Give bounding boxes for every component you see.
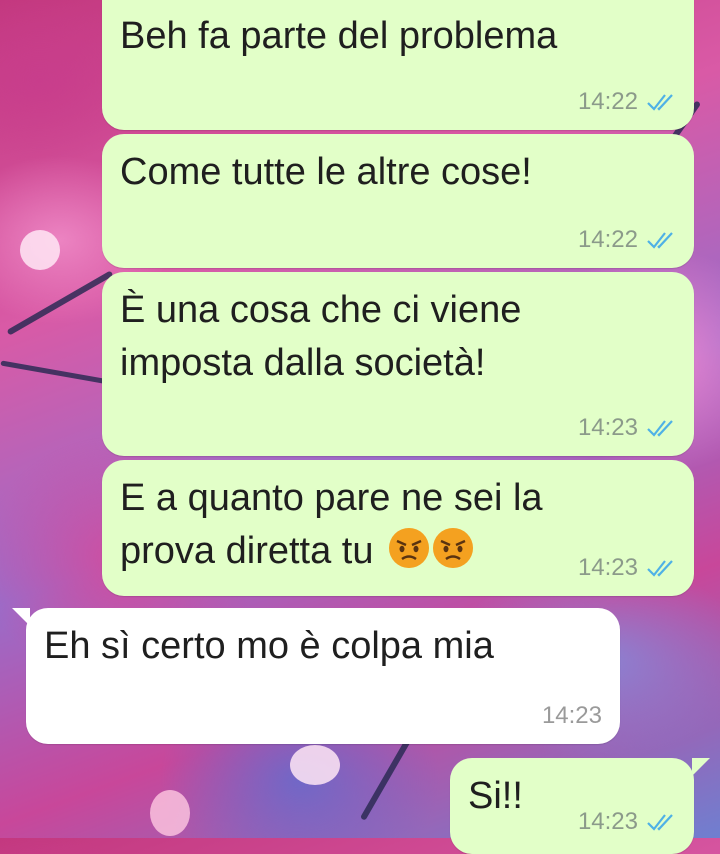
message-bubble-outgoing[interactable]: È una cosa che ci viene imposta dalla so… bbox=[102, 272, 694, 456]
message-meta: 14:23 bbox=[578, 414, 676, 442]
message-bubble-outgoing[interactable]: E a quanto pare ne sei la prova diretta … bbox=[102, 460, 694, 596]
double-check-icon bbox=[647, 420, 673, 437]
message-time: 14:23 bbox=[577, 808, 638, 835]
message-bubble-outgoing[interactable]: Come tutte le altre cose! 14:22 bbox=[102, 134, 694, 268]
message-bubble-outgoing[interactable]: Beh fa parte del problema 14:22 bbox=[102, 0, 694, 130]
background-petal bbox=[290, 745, 340, 785]
message-text-line-2: prova diretta tu bbox=[120, 530, 374, 572]
message-time: 14:23 bbox=[541, 702, 602, 729]
double-check-icon bbox=[647, 94, 673, 111]
background-petal bbox=[20, 230, 60, 270]
pouting-face-icon bbox=[433, 528, 474, 568]
message-time: 14:23 bbox=[577, 414, 638, 441]
double-check-icon bbox=[647, 814, 673, 831]
message-bubble-outgoing[interactable]: Si!! 14:23 bbox=[450, 758, 694, 854]
message-text: Beh fa parte del problema bbox=[120, 15, 558, 57]
message-text: Eh sì certo mo è colpa mia bbox=[44, 625, 494, 667]
double-check-icon bbox=[647, 232, 673, 249]
message-time: 14:22 bbox=[577, 226, 638, 253]
message-meta: 14:22 bbox=[578, 88, 676, 116]
message-bubble-incoming[interactable]: Eh sì certo mo è colpa mia 14:23 bbox=[26, 608, 620, 744]
message-time: 14:23 bbox=[577, 554, 638, 581]
message-meta: 14:23 bbox=[578, 808, 676, 836]
message-meta: 14:23 bbox=[542, 702, 602, 730]
background-petal bbox=[150, 790, 190, 836]
message-text-line-2: imposta dalla società! bbox=[120, 342, 486, 384]
message-time: 14:22 bbox=[577, 88, 638, 115]
message-text-line-1: È una cosa che ci viene bbox=[120, 289, 522, 331]
double-check-icon bbox=[647, 560, 673, 577]
bubble-tail bbox=[692, 758, 710, 776]
background-branch bbox=[6, 270, 114, 336]
message-meta: 14:22 bbox=[578, 226, 676, 254]
message-text: Come tutte le altre cose! bbox=[120, 151, 532, 193]
pouting-face-icon bbox=[389, 528, 430, 568]
message-text-line-1: E a quanto pare ne sei la bbox=[120, 477, 543, 519]
background-branch bbox=[0, 360, 110, 385]
message-meta: 14:23 bbox=[578, 554, 676, 582]
